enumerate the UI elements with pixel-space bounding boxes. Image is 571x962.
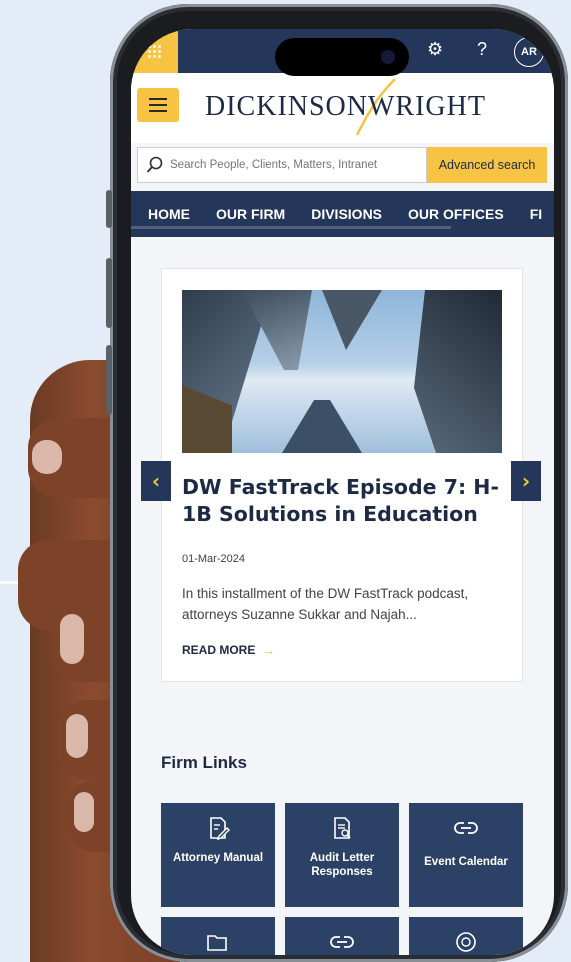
phone-button-volume-up [106, 258, 112, 328]
tile-attorney-manual[interactable]: Attorney Manual [161, 803, 275, 907]
tile-label: Audit Letter Responses [309, 852, 375, 878]
tile-globe[interactable] [409, 917, 523, 955]
link-icon [330, 936, 354, 948]
search-row: Advanced search [137, 147, 547, 183]
avatar[interactable]: AR [514, 37, 544, 67]
logo-text-wright: WRIGHT [368, 91, 486, 122]
hero-image [182, 290, 502, 453]
read-more-link[interactable]: READ MORE → [182, 642, 275, 658]
globe-icon [456, 932, 476, 952]
help-icon[interactable]: ? [477, 39, 487, 60]
tile-event-calendar[interactable]: Event Calendar [409, 803, 523, 907]
nav-item-home[interactable]: HOME [131, 206, 199, 222]
carousel-next-button[interactable]: › [511, 461, 541, 501]
search-box [137, 147, 427, 183]
dynamic-island [275, 38, 409, 76]
phone-screen: ⚙ ? AR DICKINSONWRIGHT Advanced search H… [131, 29, 554, 955]
news-description: In this installment of the DW FastTrack … [182, 586, 469, 622]
tile-label: Event Calendar [424, 856, 508, 868]
document-edit-icon [210, 817, 230, 841]
advanced-search-button[interactable]: Advanced search [427, 147, 547, 183]
link-icon [454, 822, 478, 834]
app-header: DICKINSONWRIGHT [131, 73, 554, 143]
nav-item-truncated[interactable]: FI [513, 206, 551, 222]
logo-text-dickinson: DICKINSON [205, 91, 368, 122]
waffle-icon[interactable] [131, 29, 178, 73]
phone-button-action [106, 190, 112, 228]
firm-logo[interactable]: DICKINSONWRIGHT [205, 91, 486, 123]
nav-item-divisions[interactable]: DIVISIONS [294, 206, 391, 222]
search-input[interactable] [170, 159, 400, 171]
folder-document-icon [207, 935, 227, 951]
tile-link[interactable] [285, 917, 399, 955]
tile-label: Attorney Manual [172, 852, 264, 864]
carousel-prev-button[interactable]: ‹ [141, 461, 171, 501]
nav-item-our-offices[interactable]: OUR OFFICES [391, 206, 513, 222]
document-search-icon [334, 817, 351, 839]
read-more-label: READ MORE [182, 643, 256, 657]
news-title[interactable]: DW FastTrack Episode 7: H-1B Solutions i… [182, 474, 512, 528]
firm-links-title: Firm Links [161, 753, 247, 772]
hamburger-menu-icon[interactable] [137, 88, 179, 122]
search-icon [146, 156, 163, 173]
news-carousel-card: DW FastTrack Episode 7: H-1B Solutions i… [161, 268, 523, 682]
phone-button-volume-down [106, 345, 112, 415]
main-nav: HOME OUR FIRM DIVISIONS OUR OFFICES FI [131, 191, 554, 237]
tile-audit-letter-responses[interactable]: Audit Letter Responses [285, 803, 399, 907]
gear-icon[interactable]: ⚙ [427, 39, 443, 60]
nav-item-our-firm[interactable]: OUR FIRM [199, 206, 294, 222]
nav-scroll-indicator[interactable] [131, 226, 451, 229]
news-date: 01-Mar-2024 [182, 553, 245, 565]
tile-folder[interactable] [161, 917, 275, 955]
arrow-right-icon: → [261, 642, 276, 658]
